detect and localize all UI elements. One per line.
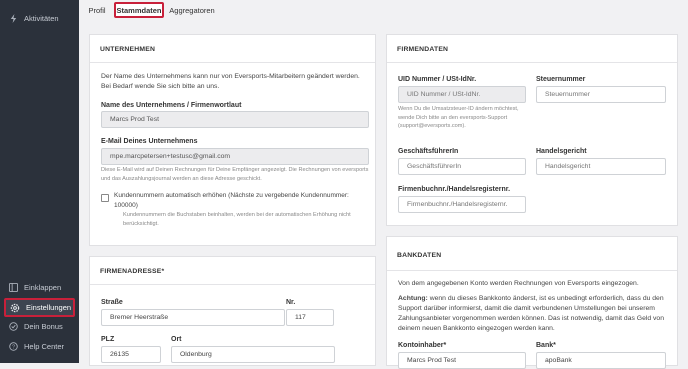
divider (387, 270, 677, 271)
divider (90, 284, 375, 285)
bankdaten-card: BANKDATEN Von dem angegebenen Konto werd… (386, 236, 678, 369)
firmenbuch-label: Firmenbuchnr./Handelsregisternr. (398, 186, 511, 193)
sidebar-item-aktivitaeten[interactable]: Aktivitäten (4, 10, 75, 27)
gift-icon (8, 322, 18, 332)
tab-profil[interactable]: Profil (85, 2, 109, 18)
nr-label: Nr. (286, 299, 296, 306)
sidebar: Aktivitäten Einklappen Einstellungen Dei… (0, 0, 79, 363)
kontoinhaber-input[interactable]: Marcs Prod Test (398, 352, 526, 369)
card-title: FIRMENDATEN (397, 46, 449, 53)
sidebar-item-label: Help Center (24, 342, 65, 351)
sidebar-item-label: Einklappen (24, 283, 62, 292)
kontoinhaber-label: Kontoinhaber* (398, 342, 447, 349)
intro-text: Der Name des Unternehmens kann nur von E… (101, 73, 360, 90)
checkbox-label: Kundennummern automatisch erhöhen (Nächs… (114, 192, 349, 209)
tab-bar: Profil Stammdaten Aggregatoren (79, 0, 688, 20)
unternehmen-card: UNTERNEHMEN Der Name des Unternehmens ka… (89, 34, 376, 246)
handelsgericht-input[interactable] (536, 158, 666, 175)
geschaeftsfuehrer-label: GeschäftsführerIn (398, 148, 459, 155)
firmenadresse-card: FIRMENADRESSE* Straße Bremer Heerstraße … (89, 256, 376, 366)
bank-label: Bank* (536, 342, 556, 349)
bank-input[interactable]: apoBank (536, 352, 666, 369)
card-title: FIRMENADRESSE* (100, 268, 165, 275)
sidebar-item-help[interactable]: ? Help Center (4, 338, 75, 355)
tab-aggregatoren[interactable]: Aggregatoren (167, 2, 217, 18)
sidebar-item-label: Aktivitäten (24, 14, 59, 23)
steuernummer-label: Steuernummer (536, 76, 586, 83)
company-email-label: E-Mail Deines Unternehmens (101, 138, 198, 145)
uid-hint: Wenn Du die Umsatzsteuer-ID ändern möcht… (398, 106, 519, 129)
svg-text:?: ? (12, 345, 15, 351)
firmendaten-card: FIRMENDATEN UID Nummer / USt-IdNr. Wenn … (386, 34, 678, 226)
company-name-label: Name des Unternehmens / Firmenwortlaut (101, 102, 242, 109)
sidebar-item-label: Einstellungen (26, 303, 72, 312)
ort-label: Ort (171, 336, 182, 343)
card-title: UNTERNEHMEN (100, 46, 156, 53)
plz-label: PLZ (101, 336, 115, 343)
divider (387, 62, 677, 63)
email-hint: Diese E-Mail wird auf Deinen Rechnungen … (101, 167, 369, 182)
achtung-bold: Achtung: (398, 295, 428, 302)
bank-intro: Von dem angegebenen Konto werden Rechnun… (398, 280, 639, 287)
firmenbuch-input[interactable] (398, 196, 526, 213)
auto-increment-checkbox[interactable] (101, 194, 109, 202)
uid-input[interactable] (398, 86, 526, 103)
nr-input[interactable]: 117 (286, 309, 334, 326)
street-input[interactable]: Bremer Heerstraße (101, 309, 285, 326)
card-title: BANKDATEN (397, 252, 442, 259)
ort-input[interactable]: Oldenburg (171, 346, 335, 363)
street-label: Straße (101, 299, 123, 306)
achtung-text: Achtung: wenn du dieses Bankkonto änders… (398, 294, 673, 334)
handelsgericht-label: Handelsgericht (536, 148, 587, 155)
tab-stammdaten[interactable]: Stammdaten (114, 2, 164, 18)
geschaeftsfuehrer-input[interactable] (398, 158, 526, 175)
plz-input[interactable]: 26135 (101, 346, 161, 363)
help-icon: ? (8, 342, 18, 352)
company-email-field[interactable]: mpe.marcpetersen+testusc@gmail.com (101, 148, 369, 165)
steuernummer-input[interactable] (536, 86, 666, 103)
sidebar-item-label: Dein Bonus (24, 322, 63, 331)
activity-icon (8, 14, 18, 24)
collapse-icon (8, 283, 18, 293)
checkbox-hint: Kundennummern die Buchstaben beinhalten,… (123, 212, 351, 227)
sidebar-item-einklappen[interactable]: Einklappen (4, 279, 75, 296)
uid-label: UID Nummer / USt-IdNr. (398, 76, 477, 83)
divider (90, 62, 375, 63)
sidebar-item-einstellungen[interactable]: Einstellungen (4, 298, 75, 317)
achtung-body: wenn du dieses Bankkonto änderst, ist es… (398, 295, 664, 332)
company-name-field[interactable]: Marcs Prod Test (101, 111, 369, 128)
sidebar-item-bonus[interactable]: Dein Bonus (4, 318, 75, 335)
gear-icon (10, 303, 20, 313)
